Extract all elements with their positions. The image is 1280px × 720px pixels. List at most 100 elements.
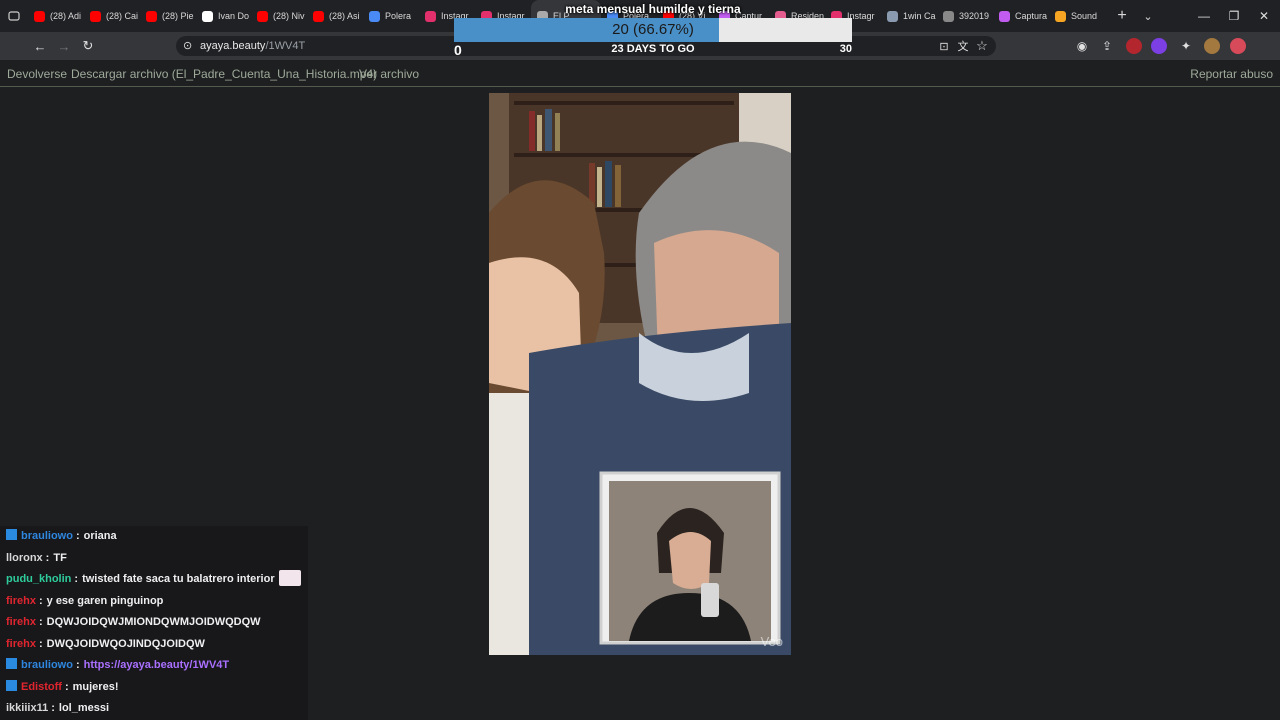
tab-label: Captura xyxy=(1015,11,1048,21)
close-window-button[interactable]: ✕ xyxy=(1248,0,1280,32)
browser-tab[interactable]: Sound xyxy=(1049,0,1109,32)
monthly-goal-widget: 20 (66.67%) meta mensual humilde y tiern… xyxy=(454,0,852,60)
tab-label: (28) Pie xyxy=(162,11,194,21)
card-icon xyxy=(887,10,898,22)
chat-separator: : xyxy=(74,573,79,585)
chat-separator: : xyxy=(51,702,55,714)
restore-button[interactable]: ❐ xyxy=(1218,0,1250,32)
tab-label: (28) Niv xyxy=(273,11,305,21)
new-tab-button[interactable]: + xyxy=(1109,0,1135,32)
chat-text: DWQJOIDWQOJINDQJOIDQW xyxy=(46,637,205,650)
video-frame xyxy=(489,93,791,655)
page-nav: Devolverse Descargar archivo (El_Padre_C… xyxy=(0,60,1280,87)
goal-progress-bar: 20 (66.67%) xyxy=(454,18,852,42)
adblock-extension-icon[interactable] xyxy=(1126,38,1142,54)
youtube-icon xyxy=(257,10,268,22)
browser-tab[interactable]: (28) Asi xyxy=(307,0,363,32)
chat-message: lloronx: TF xyxy=(0,548,308,569)
tab-search-icon[interactable]: ⌄ xyxy=(1135,0,1161,32)
chat-panel: brauliowo: oriana lloronx: TF pudu_kholin: tw… xyxy=(0,526,308,720)
video-watermark: Veo xyxy=(760,634,783,649)
translate-icon[interactable]: 文 xyxy=(954,37,972,55)
browser-tab[interactable]: Ivan Do xyxy=(196,0,251,32)
youtube-icon xyxy=(146,10,157,22)
sound-icon xyxy=(1055,10,1066,22)
chat-separator: : xyxy=(64,680,69,693)
instagram-icon xyxy=(425,10,436,22)
chat-username[interactable]: brauliowo xyxy=(21,530,73,542)
browser-tab[interactable]: Captura xyxy=(993,0,1049,32)
chat-username[interactable]: ikkiiix11 xyxy=(6,702,48,714)
extensions-puzzle-icon[interactable]: ✦ xyxy=(1177,37,1195,55)
profile-avatar-icon[interactable] xyxy=(1230,38,1246,54)
chat-text: mujeres! xyxy=(72,680,119,693)
chat-message: firehx: DWQJOIDWQOJINDQJOIDQW xyxy=(0,634,308,655)
chat-username[interactable]: Edistoff xyxy=(21,681,62,693)
chat-separator: : xyxy=(38,616,43,628)
youtube-icon xyxy=(34,10,45,22)
chat-text: twisted fate saca tu balatrero interior xyxy=(82,573,275,585)
chat-message: firehx: DQWJOIDQWJMIONDQWMJOIDWQDQW xyxy=(0,612,308,633)
tab-label: Ivan Do xyxy=(218,11,250,21)
chat-username[interactable]: pudu_kholin xyxy=(6,573,71,585)
tiktok-icon xyxy=(202,10,213,22)
globe-icon xyxy=(369,10,380,22)
browser-tab[interactable]: (28) Niv xyxy=(251,0,307,32)
download-link[interactable]: Descargar archivo (El_Padre_Cuenta_Una_H… xyxy=(71,67,377,81)
chat-username[interactable]: lloronx xyxy=(6,552,43,564)
chat-username[interactable]: brauliowo xyxy=(21,659,73,671)
chat-message: brauliowo: https://ayaya.beauty/1WV4T xyxy=(0,655,308,676)
goal-current-value: 20 (66.67%) xyxy=(612,21,694,38)
back-link[interactable]: Devolverse xyxy=(7,67,67,81)
goal-title: meta mensual humilde y tierna xyxy=(565,2,741,16)
browser-tab[interactable]: Polera xyxy=(363,0,419,32)
install-app-icon[interactable]: ⊡ xyxy=(935,37,953,55)
reload-icon[interactable]: ↻ xyxy=(79,37,97,55)
forward-arrow-icon[interactable]: → xyxy=(55,37,73,55)
browser-tab[interactable]: 1win Ca xyxy=(881,0,937,32)
chat-link[interactable]: https://ayaya.beauty/1WV4T xyxy=(84,659,230,671)
browser-tab[interactable]: (28) Cai xyxy=(84,0,140,32)
chat-username[interactable]: firehx xyxy=(6,595,36,607)
share-icon[interactable]: ⇪ xyxy=(1098,37,1116,55)
chat-separator: : xyxy=(38,594,43,607)
view-file-link[interactable]: Ver archivo xyxy=(359,67,419,81)
chat-username[interactable]: firehx xyxy=(6,616,36,628)
report-abuse-link[interactable]: Reportar abuso xyxy=(1190,67,1273,81)
url-host: ayaya.beauty xyxy=(200,40,266,52)
back-arrow-icon[interactable]: ← xyxy=(31,37,49,55)
minimize-button[interactable]: — xyxy=(1188,0,1220,32)
tab-label: (28) Asi xyxy=(329,11,360,21)
site-info-icon[interactable]: ⊙ xyxy=(183,39,192,52)
chat-separator: : xyxy=(75,659,80,671)
browser-tab[interactable]: (28) Adi xyxy=(28,0,84,32)
youtube-icon xyxy=(90,10,101,22)
chat-text: DQWJOIDQWJMIONDQWMJOIDWQDQW xyxy=(46,616,261,628)
url-path: /1WV4T xyxy=(265,40,306,52)
twitch-extension-icon[interactable] xyxy=(1151,38,1167,54)
chat-text: oriana xyxy=(83,530,117,542)
video-player[interactable]: Veo xyxy=(489,93,791,655)
cookie-extension-icon[interactable] xyxy=(1204,38,1220,54)
chat-message: ikkiiix11: lol_messi xyxy=(0,698,308,719)
chat-separator: : xyxy=(75,530,80,542)
bookmark-star-icon[interactable]: ☆ xyxy=(973,37,991,55)
youtube-icon xyxy=(313,10,324,22)
tab-label: (28) Adi xyxy=(50,11,82,21)
goal-days-remaining: 23 DAYS TO GO xyxy=(611,43,695,55)
pen-icon xyxy=(999,10,1010,22)
chat-message: firehx: y ese garen pinguinop xyxy=(0,591,308,612)
tab-actions-icon[interactable] xyxy=(0,0,28,32)
tab-label: Polera xyxy=(385,11,412,21)
prime-badge-icon xyxy=(6,658,17,669)
tab-label: (28) Cai xyxy=(106,11,139,21)
chat-text: y ese garen pinguinop xyxy=(46,594,164,607)
chat-emote-icon xyxy=(278,570,301,586)
account-icon[interactable]: ◉ xyxy=(1073,37,1091,55)
browser-tab[interactable]: 392019 xyxy=(937,0,993,32)
tab-label: 392019 xyxy=(959,11,990,21)
chat-username[interactable]: firehx xyxy=(6,638,36,650)
chat-message: brauliowo: oriana xyxy=(0,526,308,547)
browser-tab[interactable]: (28) Pie xyxy=(140,0,196,32)
tab-label: 1win Ca xyxy=(903,11,936,21)
